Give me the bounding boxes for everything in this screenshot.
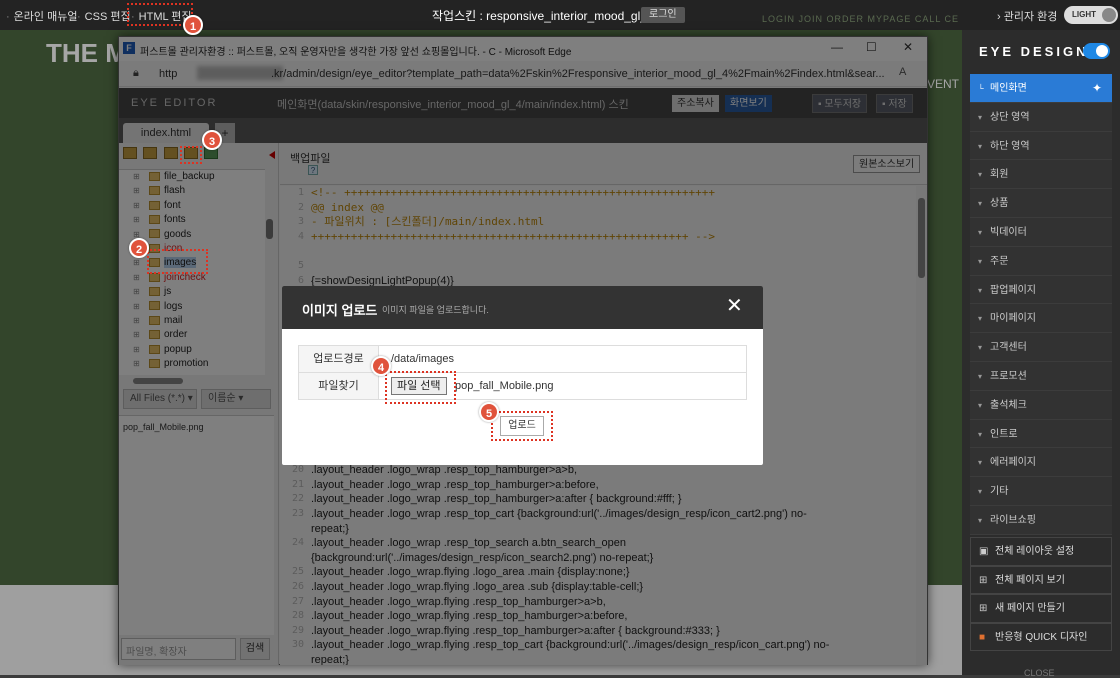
modal-title: 이미지 업로드	[302, 303, 378, 318]
chevron-down-icon: ▾	[978, 141, 983, 151]
panel-menu-attendance[interactable]: ▾ 출석체크	[970, 390, 1112, 420]
panel-menu-label: 고객센터	[990, 342, 1027, 354]
panel-menu-order[interactable]: ▾ 주문	[970, 246, 1112, 276]
panel-menu-label: 메인화면	[990, 83, 1027, 94]
admin-env-label: 관리자 환경	[1003, 11, 1058, 23]
step-badge-2: 2	[129, 238, 149, 258]
light-mode-toggle[interactable]: LIGHT	[1064, 6, 1118, 24]
chevron-down-icon: ▾	[978, 256, 983, 266]
modal-header: 이미지 업로드 이미지 파일을 업로드합니다. ✕	[282, 286, 763, 329]
layout-icon: ▣	[979, 546, 989, 557]
chevron-down-icon: ▾	[978, 170, 983, 180]
menu-online-manual-label: 온라인 매뉴얼	[13, 11, 78, 23]
plus-square-icon: ⊞	[979, 603, 988, 614]
choose-file-button[interactable]: 파일 선택	[391, 377, 447, 395]
tool-label: 전체 레이아웃 설정	[995, 546, 1075, 557]
chevron-down-icon: ▾	[978, 314, 983, 324]
panel-menu-popup[interactable]: ▾ 팝업페이지	[970, 275, 1112, 305]
panel-menu-label: 빅데이터	[990, 226, 1027, 238]
corner-icon: └	[978, 84, 984, 93]
eye-design-toggle[interactable]	[1083, 43, 1110, 59]
panel-menu-bigdata[interactable]: ▾ 빅데이터	[970, 217, 1112, 247]
step-badge-1: 1	[183, 15, 203, 35]
modal-subtitle: 이미지 파일을 업로드합니다.	[382, 305, 489, 315]
quick-design-button[interactable]: ■ 반응형 QUICK 디자인	[970, 622, 1112, 651]
magic-wand-icon[interactable]: ✦	[1092, 74, 1102, 103]
tool-label: 반응형 QUICK 디자인	[995, 631, 1088, 643]
menu-css-edit-label: CSS 편집	[84, 11, 131, 23]
menu-css-edit[interactable]: · CSS 편집	[77, 8, 131, 24]
panel-menu-mypage[interactable]: ▾ 마이페이지	[970, 304, 1112, 334]
panel-tools: ▣ 전체 레이아웃 설정 ⊞ 전체 페이지 보기 ⊞ 새 페이지 만들기 ■ 반응형 Q…	[970, 537, 1112, 651]
chevron-down-icon: ▾	[978, 487, 983, 497]
menu-online-manual[interactable]: · 온라인 매뉴얼	[6, 8, 77, 24]
panel-menu-label: 라이브쇼핑	[990, 514, 1036, 526]
panel-menu-label: 팝업페이지	[990, 284, 1036, 296]
chevron-down-icon: ▾	[978, 515, 983, 525]
layout-settings-button[interactable]: ▣ 전체 레이아웃 설정	[970, 537, 1112, 566]
chevron-down-icon: ▾	[978, 343, 983, 353]
upload-button[interactable]: 업로드	[500, 416, 544, 436]
panel-menu-product[interactable]: ▾ 상품	[970, 189, 1112, 218]
chevron-down-icon: ▾	[978, 400, 983, 410]
file-find-row: 파일찾기 파일 선택 pop_fall_Mobile.png	[298, 372, 747, 400]
panel-menu-label: 상품	[990, 198, 1009, 210]
background-top-links: LOGIN JOIN ORDER MYPAGE CALL CE	[762, 14, 960, 24]
chevron-down-icon: ▾	[978, 458, 983, 468]
chevron-down-icon: ▾	[978, 371, 983, 381]
upload-path-label: 업로드경로	[299, 346, 379, 372]
chosen-file-name: pop_fall_Mobile.png	[455, 380, 554, 392]
file-find-label: 파일찾기	[299, 373, 379, 399]
upload-path-row: 업로드경로 /data/images	[298, 345, 747, 373]
panel-menu-error-page[interactable]: ▾ 에러페이지	[970, 448, 1112, 478]
panel-menu-intro[interactable]: ▾ 인트로	[970, 419, 1112, 449]
panel-menu-label: 마이페이지	[990, 313, 1036, 325]
panel-menu-label: 출석체크	[990, 399, 1027, 411]
login-button[interactable]: 로그인	[641, 7, 685, 23]
close-icon[interactable]: ✕	[726, 296, 743, 316]
tool-label: 새 페이지 만들기	[995, 603, 1065, 614]
chevron-down-icon: ▾	[978, 227, 983, 237]
upload-path-value: /data/images	[391, 353, 454, 365]
chevron-down-icon: ▾	[978, 199, 983, 209]
panel-menu-label: 프로모션	[990, 370, 1027, 382]
panel-menu-label: 하단 영역	[990, 140, 1030, 152]
panel-menu-label: 회원	[990, 169, 1009, 181]
panel-menu-etc[interactable]: ▾ 기타	[970, 477, 1112, 506]
panel-menu-live-shopping[interactable]: ▾ 라이브쇼핑	[970, 505, 1112, 535]
panel-menu-label: 상단 영역	[990, 111, 1030, 123]
eye-design-menu: └ 메인화면 ✦ ▾ 상단 영역 ▾ 하단 영역 ▾ 회원 ▾ 상품 ▾ 빅데이터 ▾ 주문 ▾…	[970, 74, 1112, 535]
eye-design-title: EYE DESIGN	[979, 44, 1089, 59]
chevron-down-icon: ▾	[978, 285, 983, 295]
panel-menu-member[interactable]: ▾ 회원	[970, 160, 1112, 190]
panel-menu-label: 인트로	[990, 428, 1018, 440]
image-upload-modal: 이미지 업로드 이미지 파일을 업로드합니다. ✕ 업로드경로 /data/im…	[282, 286, 763, 465]
panel-menu-customer-center[interactable]: ▾ 고객센터	[970, 333, 1112, 362]
step-badge-5: 5	[479, 402, 499, 422]
panel-menu-promotion[interactable]: ▾ 프로모션	[970, 361, 1112, 391]
panel-menu-main[interactable]: └ 메인화면 ✦	[970, 74, 1112, 103]
working-skin-title: 작업스킨 : responsive_interior_mood_gl_4	[432, 9, 654, 23]
chevron-down-icon: ▾	[978, 112, 983, 122]
step-badge-3: 3	[202, 130, 222, 150]
view-all-pages-button[interactable]: ⊞ 전체 페이지 보기	[970, 565, 1112, 594]
tool-label: 전체 페이지 보기	[995, 574, 1065, 586]
panel-close[interactable]: CLOSE	[1024, 668, 1055, 678]
top-admin-bar: · 온라인 매뉴얼 · CSS 편집 · HTML 편집 LOGIN JOIN ORD…	[0, 0, 1120, 30]
panel-menu-label: 기타	[990, 486, 1009, 498]
panel-menu-bottom-area[interactable]: ▾ 하단 영역	[970, 131, 1112, 161]
panel-menu-label: 에러페이지	[990, 457, 1036, 469]
color-grid-icon: ■	[979, 631, 986, 643]
panel-menu-label: 주문	[990, 255, 1009, 267]
new-page-button[interactable]: ⊞ 새 페이지 만들기	[970, 594, 1112, 623]
panel-menu-top-area[interactable]: ▾ 상단 영역	[970, 102, 1112, 132]
eye-design-panel: EYE DESIGN └ 메인화면 ✦ ▾ 상단 영역 ▾ 하단 영역 ▾ 회원 ▾ 상품 …	[962, 30, 1120, 678]
admin-env-link[interactable]: › 관리자 환경	[997, 8, 1057, 24]
chevron-down-icon: ▾	[978, 429, 983, 439]
grid-icon: ⊞	[979, 574, 988, 586]
step-badge-4: 4	[371, 356, 391, 376]
